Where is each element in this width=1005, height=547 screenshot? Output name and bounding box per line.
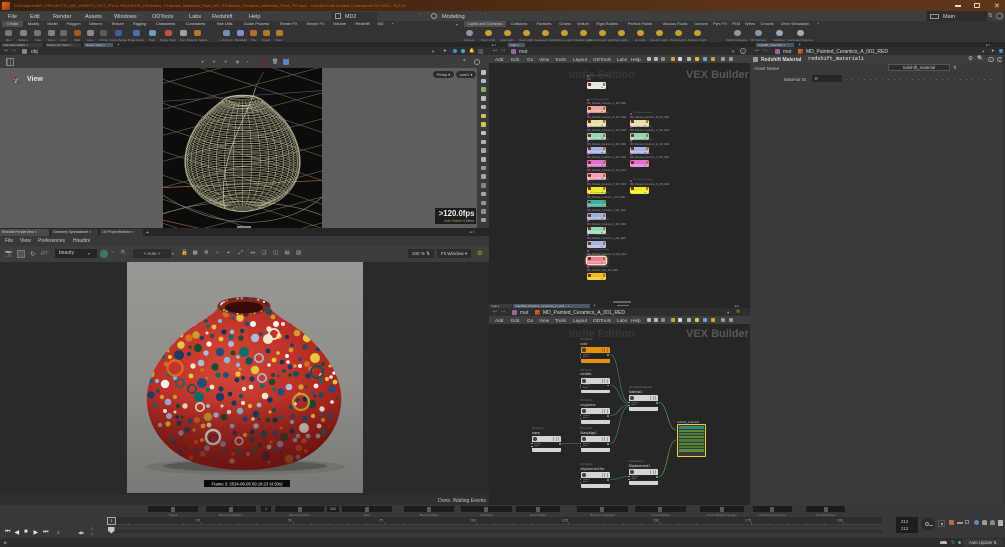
svg-text:Frame 3: 2024-06-05 09:19:23: Frame 3: 2024-06-05 09:19:23 (4.50s) bbox=[212, 481, 284, 486]
svg-text:75: 75 bbox=[379, 519, 383, 523]
svg-text:25: 25 bbox=[196, 519, 200, 523]
svg-text:125: 125 bbox=[562, 519, 568, 523]
svg-text:150: 150 bbox=[653, 519, 659, 523]
svg-text:50: 50 bbox=[288, 519, 292, 523]
svg-text:200: 200 bbox=[837, 519, 843, 523]
svg-text:175: 175 bbox=[745, 519, 751, 523]
svg-text:100: 100 bbox=[470, 519, 476, 523]
